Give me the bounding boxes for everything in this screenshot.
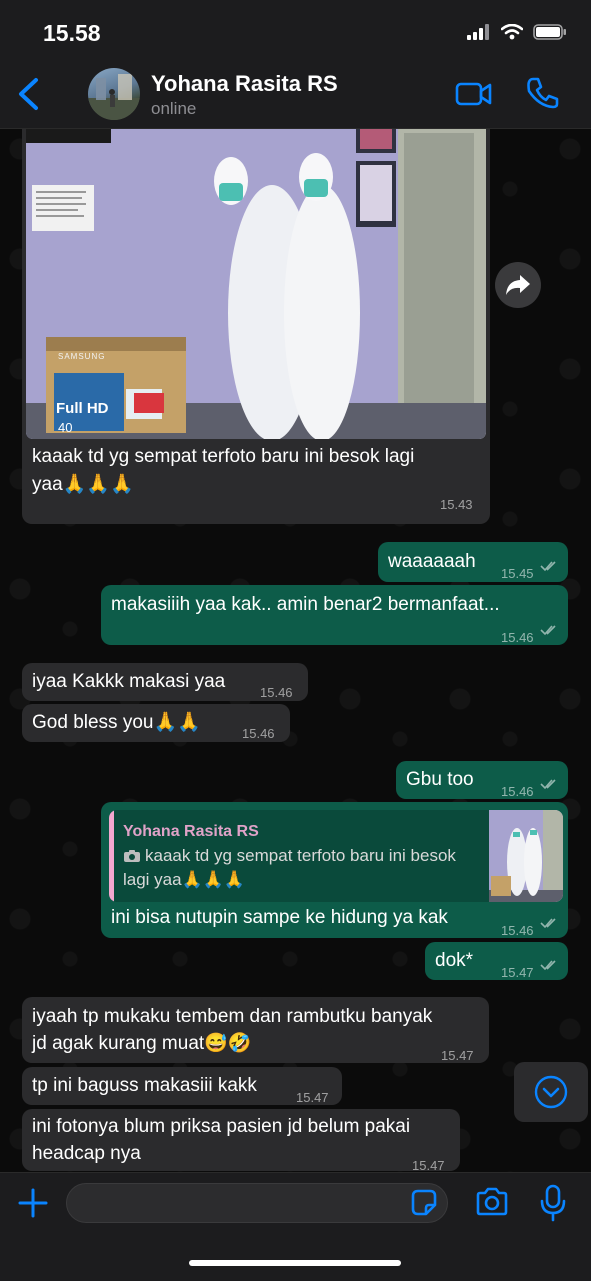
message-time: 15.46 <box>501 923 534 938</box>
message-time: 15.43 <box>440 497 473 512</box>
message-text: tp ini baguss makasiii kakk <box>32 1075 257 1096</box>
message-time: 15.46 <box>242 726 275 741</box>
camera-icon[interactable] <box>475 1186 509 1218</box>
microphone-icon[interactable] <box>540 1184 566 1222</box>
message-time: 15.46 <box>501 630 534 645</box>
message-text: waaaaaah <box>388 551 476 572</box>
forward-button[interactable] <box>495 262 541 308</box>
message-bubble-incoming[interactable]: iyaa Kakkk makasi yaa 15.46 <box>22 663 308 701</box>
read-receipt-icon <box>540 625 556 636</box>
chevron-left-icon[interactable] <box>14 76 44 112</box>
forward-icon <box>506 275 530 295</box>
chat-area[interactable]: SAMSUNG Full HD 40 kaaak td yg sempat te… <box>0 129 591 1172</box>
plus-icon[interactable] <box>17 1187 49 1219</box>
status-time: 15.58 <box>43 20 101 46</box>
quoted-message[interactable]: Yohana Rasita RS kaaak td yg sempat terf… <box>109 810 563 902</box>
quote-thumbnail <box>489 810 563 902</box>
quote-sender-name: Yohana Rasita RS <box>123 823 259 840</box>
scroll-to-bottom-button[interactable] <box>514 1062 588 1122</box>
message-bubble-incoming[interactable]: tp ini baguss makasiii kakk 15.47 <box>22 1067 342 1105</box>
status-icons <box>467 24 567 40</box>
message-text: ini bisa nutupin sampe ke hidung ya kak <box>111 907 448 928</box>
message-text: iyaa Kakkk makasi yaa <box>32 671 226 692</box>
read-receipt-icon <box>540 779 556 790</box>
message-text: jd agak kurang muat😅🤣 <box>32 1033 252 1054</box>
message-bubble-outgoing[interactable]: dok* 15.47 <box>425 942 568 980</box>
wifi-icon <box>501 24 523 40</box>
message-text: iyaah tp mukaku tembem dan rambutku bany… <box>32 1006 433 1027</box>
video-camera-icon[interactable] <box>455 80 493 108</box>
home-indicator[interactable] <box>189 1260 401 1266</box>
message-input[interactable] <box>66 1183 448 1223</box>
phone-icon[interactable] <box>526 76 560 110</box>
message-bubble-incoming[interactable]: iyaah tp mukaku tembem dan rambutku bany… <box>22 997 489 1063</box>
message-time: 15.47 <box>441 1048 474 1063</box>
quote-bar <box>109 810 114 902</box>
message-text: kaaak td yg sempat terfoto baru ini beso… <box>32 446 415 467</box>
message-text: ini fotonya blum priksa pasien jd belum … <box>32 1116 411 1137</box>
message-time: 15.46 <box>260 685 293 700</box>
message-time: 15.46 <box>501 784 534 799</box>
quote-text: kaaak td yg sempat terfoto baru ini beso… <box>123 846 456 889</box>
read-receipt-icon <box>540 918 556 929</box>
message-time: 15.47 <box>296 1090 329 1105</box>
read-receipt-icon <box>540 561 556 572</box>
message-text: God bless you🙏🙏 <box>32 712 201 733</box>
contact-name[interactable]: Yohana Rasita RS <box>151 71 338 97</box>
photo-monitor-brand: SAMSUNG <box>58 352 106 361</box>
status-bar: 15.58 <box>0 0 591 62</box>
message-bubble-incoming[interactable]: ini fotonya blum priksa pasien jd belum … <box>22 1109 460 1172</box>
message-time: 15.45 <box>501 566 534 581</box>
message-text: makasiiih yaa kak.. amin benar2 bermanfa… <box>111 594 500 615</box>
message-bubble-outgoing[interactable]: Gbu too 15.46 <box>396 761 568 799</box>
message-bubble-incoming[interactable]: God bless you🙏🙏 15.46 <box>22 704 290 742</box>
message-time: 15.47 <box>501 965 534 980</box>
message-bubble-outgoing[interactable]: waaaaaah 15.45 <box>378 542 568 582</box>
message-bubble-outgoing[interactable]: makasiiih yaa kak.. amin benar2 bermanfa… <box>101 585 568 645</box>
contact-status: online <box>151 99 197 118</box>
message-text: dok* <box>435 950 474 971</box>
read-receipt-icon <box>540 960 556 971</box>
chevron-down-icon <box>534 1075 568 1109</box>
battery-icon <box>533 24 566 40</box>
message-text: Gbu too <box>406 769 474 790</box>
message-text: yaa🙏🙏🙏 <box>32 474 134 495</box>
message-text: headcap nya <box>32 1143 141 1164</box>
reply-message-bubble[interactable]: Yohana Rasita RS kaaak td yg sempat terf… <box>101 802 568 938</box>
message-time: 15.47 <box>412 1158 445 1172</box>
avatar[interactable] <box>88 68 140 120</box>
photo-message-bubble[interactable]: SAMSUNG Full HD 40 kaaak td yg sempat te… <box>22 129 490 524</box>
shared-photo[interactable]: SAMSUNG Full HD 40 <box>26 129 486 439</box>
photo-monitor-size: 40 <box>58 420 73 435</box>
chat-header: Yohana Rasita RS online <box>0 62 591 129</box>
sticker-icon[interactable] <box>409 1188 439 1218</box>
signal-icon <box>467 24 489 40</box>
